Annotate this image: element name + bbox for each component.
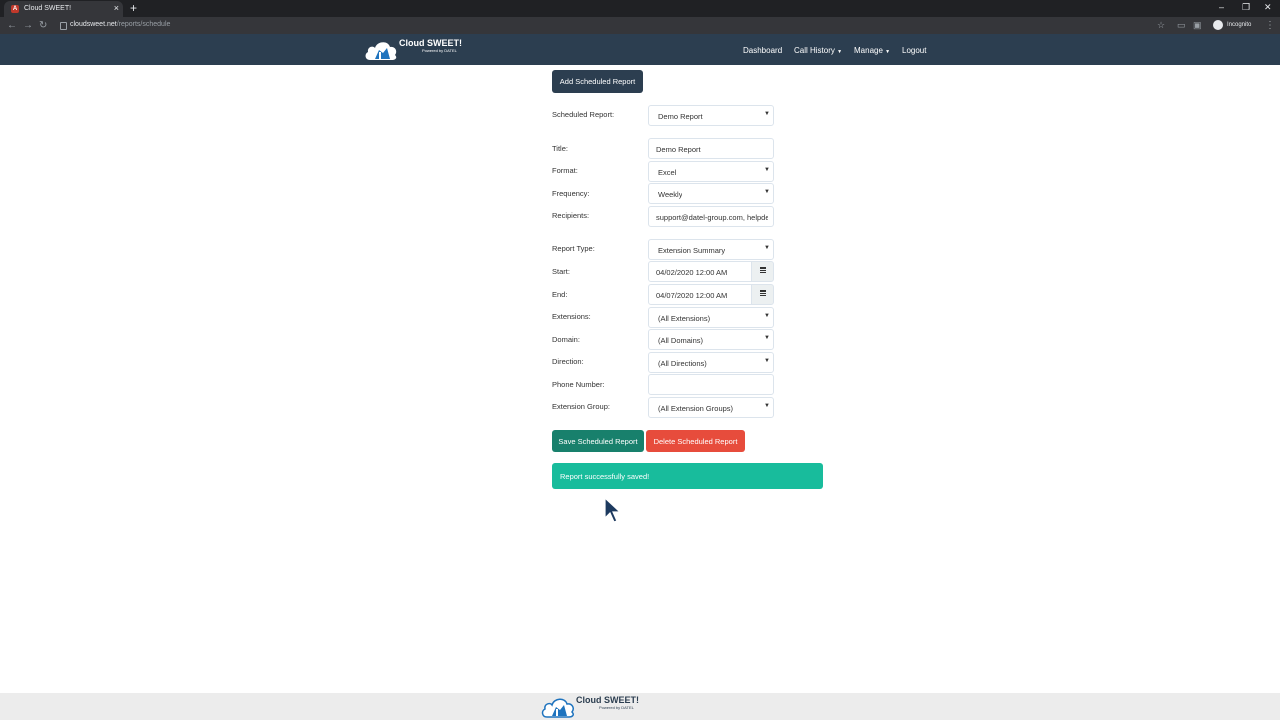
restore-icon[interactable]: ❐ <box>1242 2 1250 13</box>
scheduled-report-label: Scheduled Report: <box>552 110 615 119</box>
end-date-value: 04/07/2020 12:00 AM <box>656 291 728 300</box>
dropdown-caret-icon: ▼ <box>764 358 770 364</box>
end-date-input[interactable]: 04/07/2020 12:00 AM <box>648 284 752 305</box>
nav-call-history-label: Call History <box>794 46 835 55</box>
format-label: Format: <box>552 166 578 175</box>
frequency-select[interactable]: Weekly ▼ <box>648 183 774 204</box>
format-select[interactable]: Excel ▼ <box>648 161 774 182</box>
end-calendar-button[interactable] <box>751 284 774 305</box>
direction-label: Direction: <box>552 357 584 366</box>
angular-favicon-icon: A <box>11 5 19 13</box>
dropdown-caret-icon: ▼ <box>764 167 770 173</box>
cloud-logo-icon <box>365 42 397 60</box>
title-input[interactable]: Demo Report <box>648 138 774 159</box>
format-value: Excel <box>658 168 677 177</box>
cloud-logo-icon <box>541 698 574 718</box>
frequency-label: Frequency: <box>552 189 590 198</box>
recipients-label: Recipients: <box>552 211 590 220</box>
dropdown-caret-icon: ▼ <box>764 403 770 409</box>
chrome-menu-icon[interactable]: ⋮ <box>1265 20 1275 31</box>
tab-close-icon[interactable]: × <box>114 3 119 13</box>
calendar-icon <box>760 291 766 292</box>
lock-icon[interactable] <box>60 22 67 30</box>
title-value: Demo Report <box>656 145 701 154</box>
nav-call-history[interactable]: Call History ▼ <box>794 46 842 55</box>
direction-select[interactable]: (All Directions) ▼ <box>648 352 774 373</box>
start-calendar-button[interactable] <box>751 261 774 282</box>
phone-number-input[interactable] <box>648 374 774 395</box>
url-path: /reports/schedule <box>116 21 171 28</box>
report-type-value: Extension Summary <box>658 246 726 255</box>
start-date-input[interactable]: 04/02/2020 12:00 AM <box>648 261 752 282</box>
minimize-icon[interactable]: – <box>1219 2 1224 12</box>
title-label: Title: <box>552 144 568 153</box>
address-bar: ← → ↻ cloudsweet.net/reports/schedule ☆ … <box>0 17 1280 34</box>
dropdown-caret-icon: ▼ <box>764 335 770 341</box>
tab-title: Cloud SWEET! <box>24 5 72 12</box>
close-window-icon[interactable]: ✕ <box>1264 2 1272 13</box>
dropdown-caret-icon: ▼ <box>764 189 770 195</box>
logo-sub: Powered by DATEL <box>422 48 457 53</box>
domain-select[interactable]: (All Domains) ▼ <box>648 329 774 350</box>
footer-logo-name: Cloud SWEET! <box>576 695 639 705</box>
caret-down-icon: ▼ <box>885 49 891 55</box>
start-label: Start: <box>552 267 570 276</box>
bookmark-star-icon[interactable]: ☆ <box>1157 20 1165 31</box>
add-scheduled-report-button[interactable]: Add Scheduled Report <box>552 70 643 93</box>
footer-logo-sub: Powered by DATEL <box>599 705 634 710</box>
extension-icon[interactable]: ▭ <box>1177 20 1186 31</box>
extension-group-value: (All Extension Groups) <box>658 404 734 413</box>
forward-icon[interactable]: → <box>23 20 33 31</box>
extensions-value: (All Extensions) <box>658 314 711 323</box>
frequency-value: Weekly <box>658 190 683 199</box>
report-type-label: Report Type: <box>552 244 595 253</box>
dropdown-caret-icon: ▼ <box>764 245 770 251</box>
scheduled-report-select[interactable]: Demo Report ▼ <box>648 105 774 126</box>
incognito-label: Incognito <box>1227 22 1252 28</box>
nav-logout[interactable]: Logout <box>902 46 926 55</box>
page-footer: Cloud SWEET! Powered by DATEL <box>0 693 1280 720</box>
footer-logo: Cloud SWEET! Powered by DATEL <box>541 694 639 720</box>
report-type-select[interactable]: Extension Summary ▼ <box>648 239 774 260</box>
calendar-icon <box>760 268 766 269</box>
url-host: cloudsweet.net <box>70 21 117 28</box>
brand-logo[interactable]: Cloud SWEET! Powered by DATEL <box>364 37 462 63</box>
domain-label: Domain: <box>552 335 580 344</box>
extension-group-label: Extension Group: <box>552 402 610 411</box>
dropdown-caret-icon: ▼ <box>764 313 770 319</box>
extension-group-select[interactable]: (All Extension Groups) ▼ <box>648 397 774 418</box>
nav-manage[interactable]: Manage ▼ <box>854 46 890 55</box>
reload-icon[interactable]: ↻ <box>39 20 47 31</box>
incognito-icon <box>1213 20 1223 30</box>
new-tab-icon[interactable]: + <box>130 1 137 15</box>
nav-manage-label: Manage <box>854 46 883 55</box>
media-icon[interactable]: ▣ <box>1193 20 1202 31</box>
delete-scheduled-report-button[interactable]: Delete Scheduled Report <box>646 430 745 452</box>
browser-tab[interactable]: A Cloud SWEET! × <box>4 1 123 17</box>
extensions-label: Extensions: <box>552 312 591 321</box>
caret-down-icon: ▼ <box>837 49 843 55</box>
direction-value: (All Directions) <box>658 359 707 368</box>
url-field[interactable]: cloudsweet.net/reports/schedule <box>70 21 170 28</box>
recipients-input[interactable]: support@datel-group.com, helpde <box>648 206 774 227</box>
dropdown-caret-icon: ▼ <box>764 111 770 117</box>
incognito-profile[interactable]: Incognito <box>1213 20 1251 30</box>
nav-dashboard[interactable]: Dashboard <box>743 46 782 55</box>
success-alert: Report successfully saved! <box>552 463 823 489</box>
save-scheduled-report-button[interactable]: Save Scheduled Report <box>552 430 644 452</box>
recipients-value: support@datel-group.com, helpde <box>656 213 768 222</box>
extensions-select[interactable]: (All Extensions) ▼ <box>648 307 774 328</box>
app-navbar: Cloud SWEET! Powered by DATEL Dashboard … <box>0 34 1280 65</box>
mouse-pointer-icon <box>604 497 622 523</box>
logo-name: Cloud SWEET! <box>399 38 462 48</box>
end-label: End: <box>552 290 568 299</box>
scheduled-report-value: Demo Report <box>658 112 703 121</box>
start-date-value: 04/02/2020 12:00 AM <box>656 268 728 277</box>
domain-value: (All Domains) <box>658 336 704 345</box>
back-icon[interactable]: ← <box>7 20 17 31</box>
browser-tab-strip: A Cloud SWEET! × + – ❐ ✕ <box>0 0 1280 17</box>
phone-number-label: Phone Number: <box>552 380 605 389</box>
